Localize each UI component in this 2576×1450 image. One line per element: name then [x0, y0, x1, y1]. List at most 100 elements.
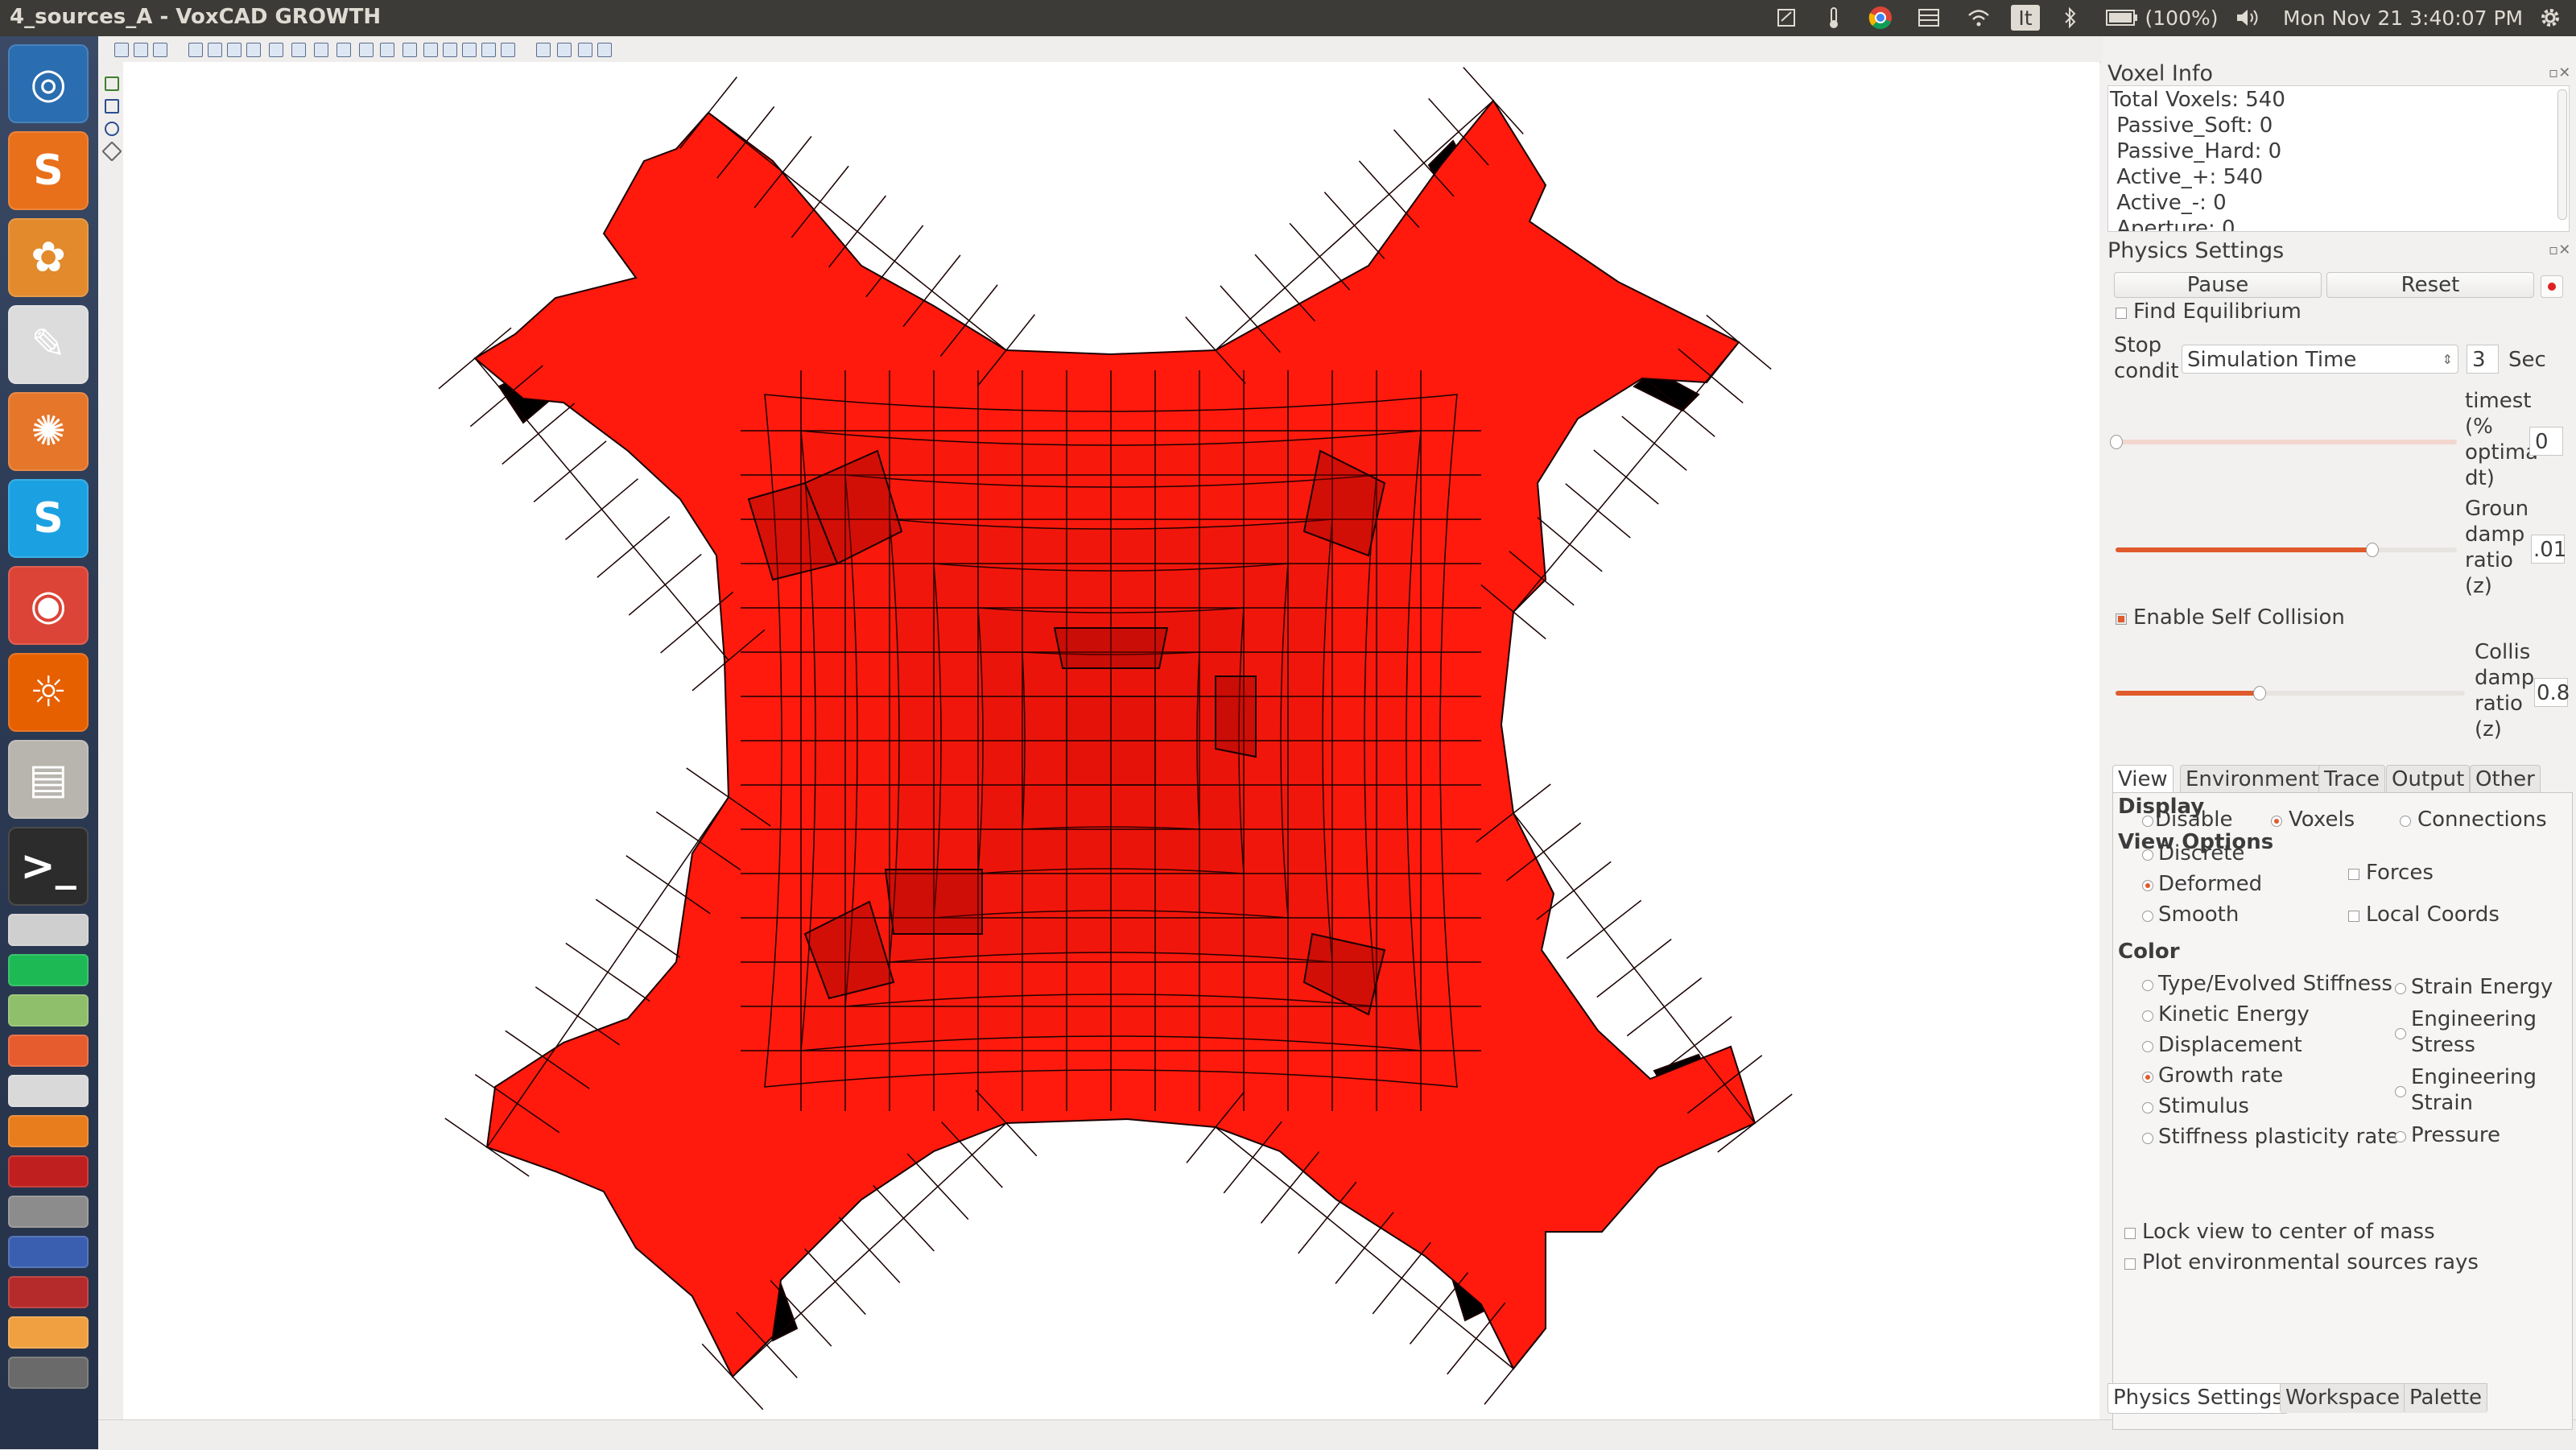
app-small-11-icon[interactable] — [8, 1316, 89, 1349]
toolbar-button-1[interactable] — [114, 43, 129, 57]
spotify-icon[interactable] — [8, 954, 89, 986]
app-small-3-icon[interactable] — [8, 994, 89, 1027]
record-button[interactable] — [2541, 275, 2563, 298]
filezilla-icon[interactable] — [8, 1155, 89, 1188]
color-option-radio[interactable] — [2395, 1086, 2406, 1097]
toolbar-button-18[interactable] — [481, 43, 496, 57]
toolbar-button-6[interactable] — [227, 43, 242, 57]
dock-float-close-icon[interactable]: ▫✕ — [2549, 64, 2570, 81]
pause-button[interactable]: Pause — [2114, 272, 2322, 298]
tab-physics-settings[interactable]: Physics Settings — [2107, 1383, 2289, 1414]
color-option-radio[interactable] — [2395, 1028, 2406, 1039]
fill-tool-icon[interactable] — [101, 141, 122, 162]
app-orange-icon[interactable]: ✿ — [8, 218, 89, 297]
tab-palette[interactable]: Palette — [2404, 1383, 2488, 1413]
color-option-radio[interactable] — [2142, 1010, 2153, 1022]
terminal-icon[interactable]: >_ — [8, 827, 89, 906]
app-small-6-icon[interactable] — [8, 1115, 89, 1147]
voxel-model[interactable] — [123, 62, 2099, 1419]
plot-rays-checkbox[interactable] — [2124, 1258, 2136, 1270]
toolbar-button-22[interactable] — [578, 43, 592, 57]
toolbar-button-15[interactable] — [423, 43, 438, 57]
select-rect-icon[interactable] — [105, 99, 119, 114]
battery-icon[interactable] — [2104, 3, 2140, 32]
gear-icon[interactable] — [2536, 3, 2565, 32]
chrome-tray-icon[interactable] — [1866, 3, 1895, 32]
toolbar-button-13[interactable] — [380, 43, 394, 57]
app-small-12-icon[interactable] — [8, 1357, 89, 1389]
dock-float-close-icon-2[interactable]: ▫✕ — [2549, 242, 2570, 258]
toolbar-button-12[interactable] — [359, 43, 374, 57]
color-option-radio[interactable] — [2142, 1102, 2153, 1113]
timestep-input[interactable]: 0 — [2529, 427, 2563, 456]
toolbar-button-14[interactable] — [402, 43, 417, 57]
collision-damp-input[interactable]: 0.8 — [2534, 678, 2570, 707]
text-editor-icon[interactable]: ✎ — [8, 305, 89, 384]
wifi-icon[interactable] — [1964, 3, 1993, 32]
toolbar-button-4[interactable] — [188, 43, 203, 57]
tab-trace[interactable]: Trace — [2318, 765, 2385, 793]
clock[interactable]: Mon Nov 21 3:40:07 PM — [2283, 3, 2524, 32]
local-coords-checkbox[interactable] — [2348, 911, 2359, 922]
color-option-radio[interactable] — [2142, 980, 2153, 991]
chrome-icon[interactable]: ◉ — [8, 566, 89, 645]
lock-view-checkbox[interactable] — [2124, 1228, 2136, 1239]
toolbar-button-17[interactable] — [462, 43, 477, 57]
toolbar-button-23[interactable] — [597, 43, 612, 57]
toolbar-button-9[interactable] — [291, 43, 306, 57]
ubuntu-dash-icon[interactable]: ◎ — [8, 44, 89, 123]
storage-icon[interactable] — [1916, 3, 1942, 32]
stop-time-input[interactable]: 3 — [2467, 345, 2499, 374]
color-option-radio[interactable] — [2142, 1133, 2153, 1144]
keyboard-layout-indicator[interactable]: It — [2011, 5, 2040, 31]
stop-condition-combo[interactable]: Simulation Time ⇕ — [2182, 345, 2458, 374]
pencil-tool-icon[interactable] — [105, 76, 119, 91]
ground-damp-input[interactable]: .01 — [2531, 535, 2566, 564]
volume-icon[interactable] — [2233, 3, 2262, 32]
toolbar-button-11[interactable] — [336, 43, 351, 57]
notes-icon[interactable] — [1774, 3, 1800, 32]
select-ellipse-icon[interactable] — [105, 122, 119, 136]
firefox-icon[interactable]: ☼ — [8, 653, 89, 732]
app-small-8-icon[interactable] — [8, 1196, 89, 1228]
color-option-radio[interactable] — [2142, 1072, 2153, 1083]
color-option-radio[interactable] — [2395, 1131, 2406, 1142]
toolbar-button-8[interactable] — [269, 43, 283, 57]
files-icon[interactable]: ▤ — [8, 740, 89, 819]
ground-damp-slider-handle[interactable] — [2366, 543, 2379, 557]
view-smooth-radio[interactable] — [2142, 911, 2153, 922]
app-swirl-icon[interactable]: ✺ — [8, 392, 89, 471]
app-small-9-icon[interactable] — [8, 1236, 89, 1268]
voxel-info-scrollbar[interactable] — [2557, 89, 2567, 220]
tab-environment[interactable]: Environment — [2180, 765, 2326, 793]
display-voxels-radio[interactable] — [2271, 816, 2282, 827]
forces-checkbox[interactable] — [2348, 869, 2359, 880]
toolbar-button-21[interactable] — [557, 43, 572, 57]
reset-button[interactable]: Reset — [2326, 272, 2534, 298]
self-collision-checkbox[interactable] — [2116, 613, 2127, 625]
color-option-radio[interactable] — [2142, 1041, 2153, 1052]
collision-damp-slider[interactable] — [2116, 686, 2465, 700]
app-small-4-icon[interactable] — [8, 1035, 89, 1067]
app-small-1-icon[interactable] — [8, 914, 89, 946]
skype-icon[interactable]: S — [8, 479, 89, 558]
sublime-text-icon[interactable]: S — [8, 131, 89, 210]
color-option-radio[interactable] — [2395, 983, 2406, 994]
find-equilibrium-checkbox[interactable] — [2116, 308, 2127, 319]
tab-output[interactable]: Output — [2386, 765, 2471, 793]
tab-other[interactable]: Other — [2470, 765, 2541, 793]
toolbar-button-3[interactable] — [153, 43, 167, 57]
timestep-slider[interactable] — [2110, 435, 2457, 449]
toolbar-button-5[interactable] — [208, 43, 222, 57]
toolbar-button-10[interactable] — [314, 43, 328, 57]
toolbar-button-20[interactable] — [536, 43, 551, 57]
timestep-slider-handle[interactable] — [2110, 435, 2123, 449]
toolbar-button-19[interactable] — [501, 43, 515, 57]
tab-view[interactable]: View — [2112, 765, 2174, 793]
toolbar-button-16[interactable] — [443, 43, 457, 57]
toolbar-button-7[interactable] — [246, 43, 261, 57]
view-discrete-radio[interactable] — [2142, 849, 2153, 861]
tab-workspace[interactable]: Workspace — [2280, 1383, 2406, 1413]
display-connections-radio[interactable] — [2400, 816, 2411, 827]
view-deformed-radio[interactable] — [2142, 880, 2153, 891]
